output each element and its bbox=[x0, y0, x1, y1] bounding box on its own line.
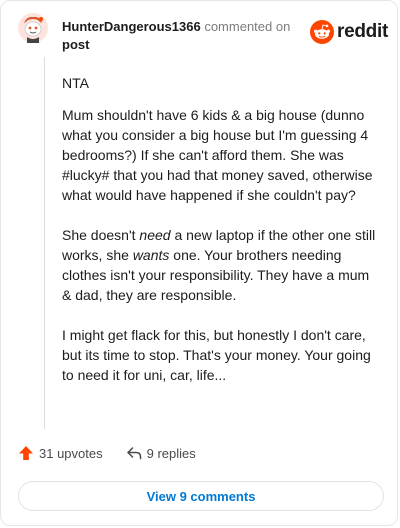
comment-paragraph: I might get flack for this, but honestly… bbox=[62, 325, 382, 385]
comment-paragraph: NTA bbox=[62, 73, 382, 93]
snoo-avatar-icon bbox=[18, 13, 48, 43]
upvote-count: 31 upvotes bbox=[39, 445, 103, 461]
emphasis-text: wants bbox=[132, 247, 170, 263]
paragraph-text: She doesn't bbox=[62, 227, 140, 243]
view-comments-button[interactable]: View 9 comments bbox=[18, 481, 384, 511]
upvote-arrow-icon bbox=[19, 446, 33, 460]
comment-actions: 31 upvotes 9 replies bbox=[18, 445, 196, 461]
commented-on-text: commented on bbox=[200, 19, 291, 34]
username-link[interactable]: HunterDangerous1366 bbox=[62, 19, 201, 34]
thread-line[interactable] bbox=[44, 57, 45, 429]
user-avatar[interactable] bbox=[18, 13, 48, 43]
reddit-logo-icon bbox=[310, 20, 334, 44]
reply-arrow-icon bbox=[126, 447, 141, 460]
reply-count: 9 replies bbox=[146, 445, 196, 461]
comment-paragraph: She doesn't need a new laptop if the oth… bbox=[62, 225, 382, 305]
brand-wordmark: reddit bbox=[337, 21, 388, 42]
upvote-button[interactable]: 31 upvotes bbox=[18, 445, 103, 461]
comment-paragraph: Mum shouldn't have 6 kids & a big house … bbox=[62, 105, 382, 205]
paragraph-text: I might get flack for this, but honestly… bbox=[62, 327, 371, 383]
comment-body: NTA Mum shouldn't have 6 kids & a big hou… bbox=[62, 73, 382, 405]
emphasis-text: need bbox=[139, 227, 171, 243]
comment-card: HunterDangerous1366 commented on post re… bbox=[0, 0, 398, 526]
reddit-brand[interactable]: reddit bbox=[310, 20, 388, 44]
paragraph-text: Mum shouldn't have 6 kids & a big house … bbox=[62, 107, 373, 203]
comment-header: HunterDangerous1366 commented on post bbox=[62, 18, 290, 54]
post-link[interactable]: post bbox=[62, 37, 89, 52]
paragraph-text: NTA bbox=[62, 75, 89, 91]
replies-button[interactable]: 9 replies bbox=[126, 445, 196, 461]
